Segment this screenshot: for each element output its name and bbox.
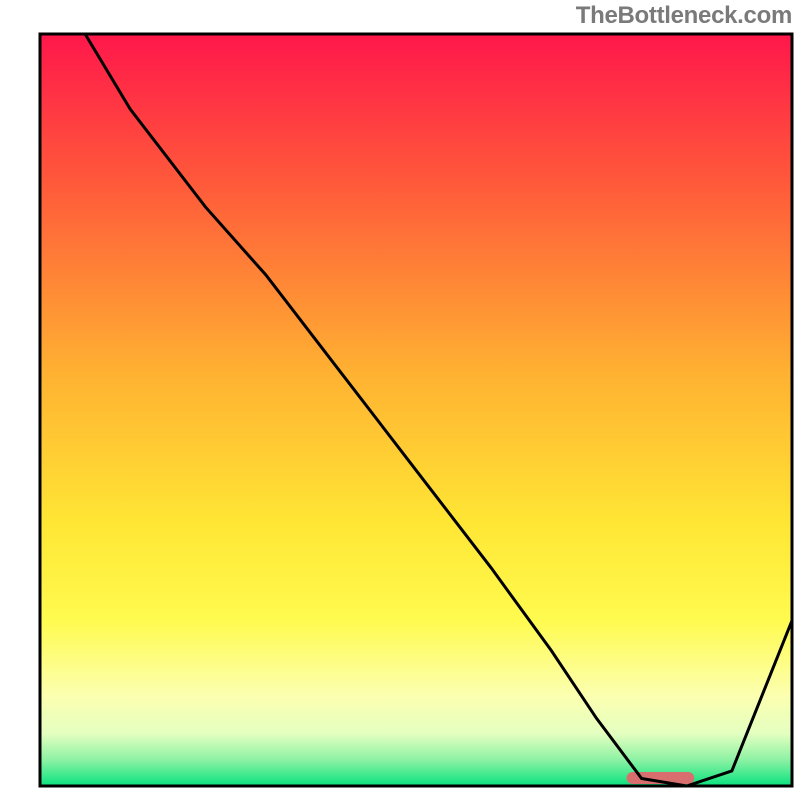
chart-container: TheBottleneck.com <box>0 0 800 800</box>
plot-background <box>40 34 792 786</box>
bottleneck-chart <box>0 0 800 800</box>
